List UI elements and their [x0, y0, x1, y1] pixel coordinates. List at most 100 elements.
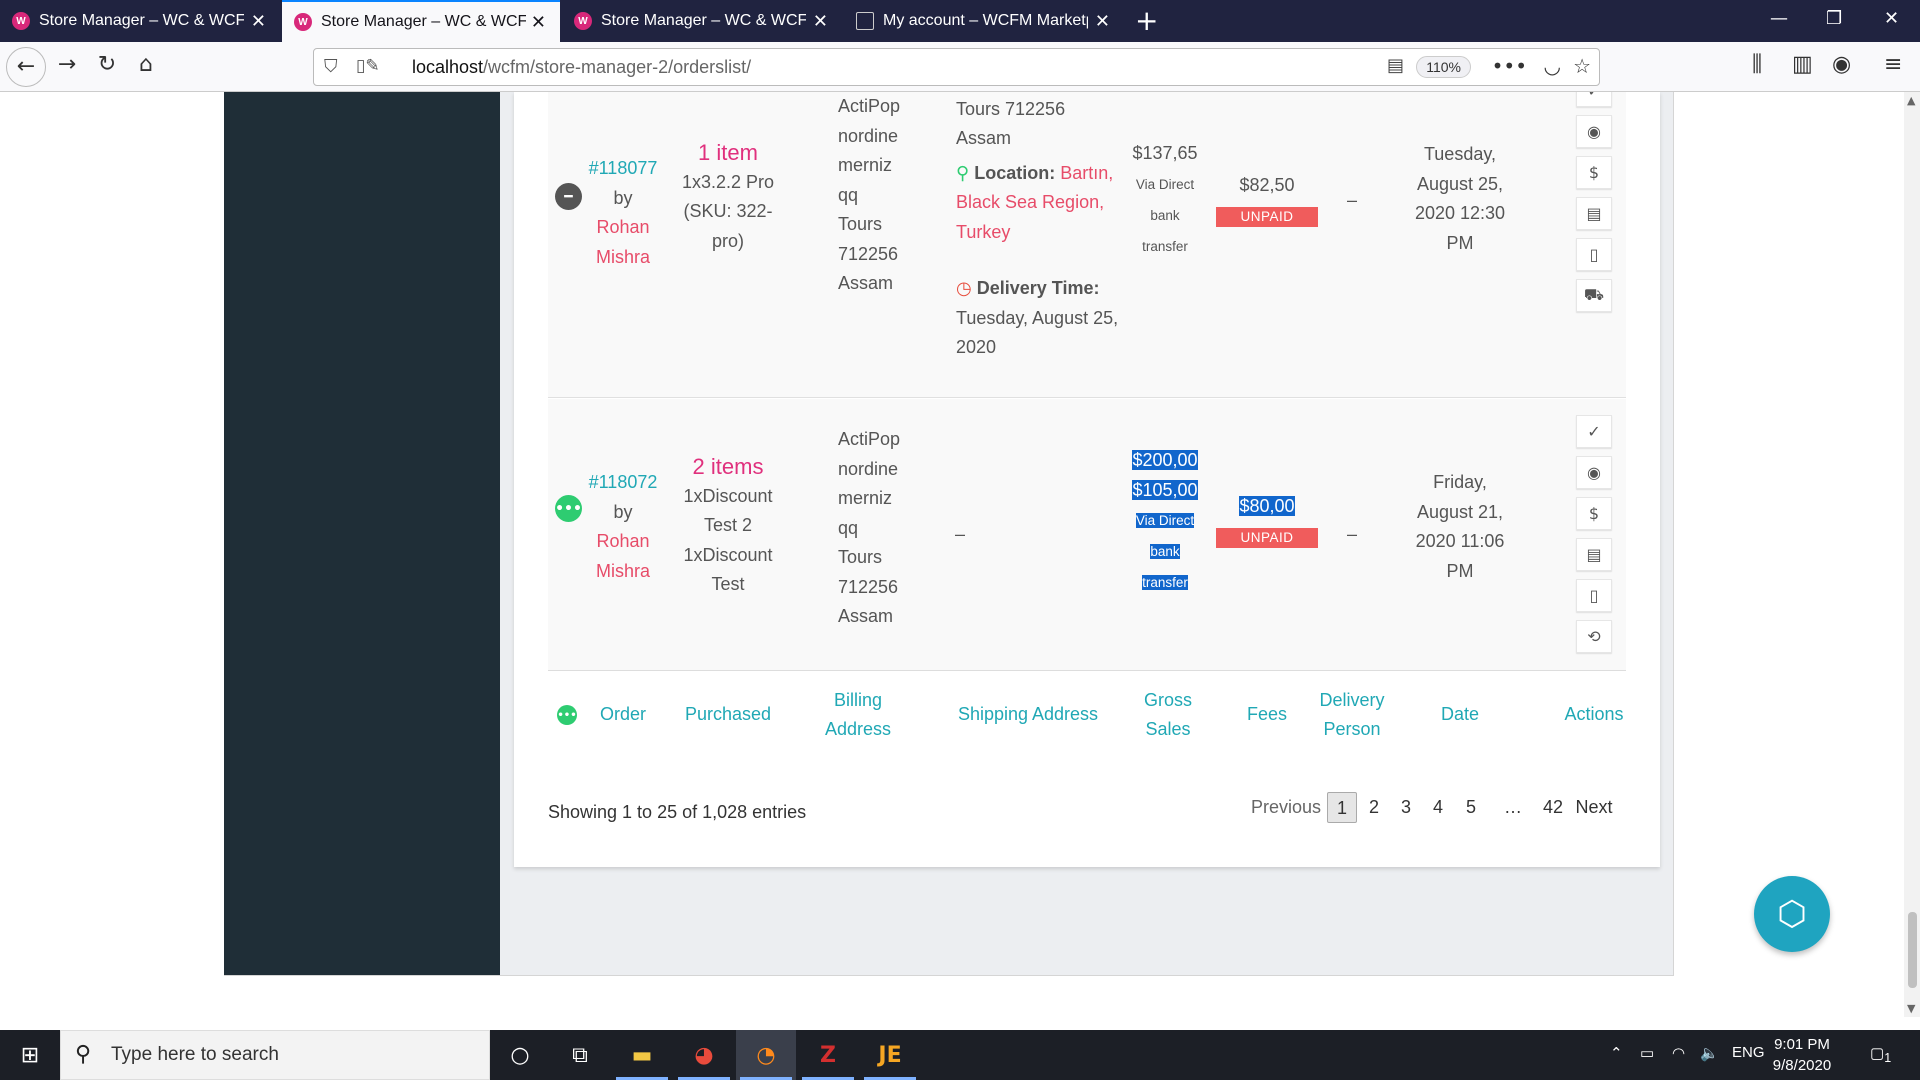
- column-header-order[interactable]: Order: [598, 700, 648, 729]
- minimize-icon[interactable]: —: [1770, 8, 1788, 29]
- url-text[interactable]: localhost/wcfm/store-manager-2/orderslis…: [412, 57, 751, 78]
- entries-info: Showing 1 to 25 of 1,028 entries: [548, 802, 807, 822]
- resend-loop-icon[interactable]: ⟲: [1576, 619, 1612, 654]
- zoom-level[interactable]: 110%: [1416, 56, 1471, 78]
- column-header-delivery-person[interactable]: Delivery Person: [1312, 686, 1392, 744]
- date-cell: Friday, August 21, 2020 11:06 PM: [1400, 468, 1520, 586]
- date-line: PM: [1446, 560, 1474, 581]
- tracking-shield-icon[interactable]: ⛉: [324, 56, 338, 77]
- volume-icon[interactable]: 🔈: [1700, 1044, 1719, 1062]
- browser-tab-4[interactable]: My account – WCFM Marketpla ✕: [844, 0, 1124, 42]
- restore-icon[interactable]: ❐: [1826, 8, 1842, 29]
- page-button-5[interactable]: 5: [1459, 792, 1483, 823]
- tray-chevron-icon[interactable]: ⌃: [1610, 1044, 1623, 1062]
- window-close-icon[interactable]: ✕: [1884, 8, 1899, 29]
- taskbar-search-box[interactable]: ⚲ Type here to search: [60, 1030, 490, 1080]
- scroll-down-arrow-icon[interactable]: ▼: [1907, 1002, 1915, 1015]
- browser-tab-1[interactable]: W Store Manager – WC & WCFM ✕: [0, 0, 280, 42]
- order-number-link[interactable]: #118077: [588, 154, 658, 184]
- file-explorer-icon[interactable]: ▬: [612, 1030, 672, 1080]
- column-header-date[interactable]: Date: [1420, 700, 1500, 729]
- account-icon[interactable]: ◉: [1832, 52, 1851, 77]
- page-button-4[interactable]: 4: [1426, 792, 1450, 823]
- page-button-3[interactable]: 3: [1394, 792, 1418, 823]
- reload-icon[interactable]: ↻: [90, 52, 124, 77]
- browser-tab-2[interactable]: W Store Manager – WC & WCFM ✕: [282, 0, 560, 42]
- scrollbar-thumb[interactable]: [1908, 912, 1917, 988]
- dollar-icon[interactable]: $: [1576, 155, 1612, 190]
- bookmark-star-icon[interactable]: ☆: [1573, 54, 1591, 78]
- dollar-icon[interactable]: $: [1576, 496, 1612, 531]
- pdf-doc-icon[interactable]: ▯: [1576, 237, 1612, 272]
- date-line: Friday,: [1433, 472, 1487, 492]
- floating-box-button[interactable]: ⬡: [1754, 876, 1830, 952]
- customer-link[interactable]: Mishra: [588, 243, 658, 273]
- firefox-icon[interactable]: ◔: [736, 1030, 796, 1080]
- browser-tab-3[interactable]: W Store Manager – WC & WCFM ✕: [562, 0, 842, 42]
- customer-link[interactable]: Rohan: [596, 531, 649, 551]
- battery-icon[interactable]: ▭: [1640, 1044, 1654, 1062]
- close-icon[interactable]: ✕: [531, 12, 546, 33]
- view-eye-icon[interactable]: ◉: [1576, 114, 1612, 149]
- location-line: ⚲ Location: Bartın,: [956, 159, 1136, 189]
- page-button-2[interactable]: 2: [1362, 792, 1386, 823]
- page-button-1[interactable]: 1: [1327, 792, 1357, 823]
- customer-link[interactable]: Rohan: [596, 217, 649, 237]
- page-scrollbar[interactable]: ▲ ▼: [1904, 92, 1920, 1017]
- jetbrains-icon[interactable]: JE: [860, 1030, 920, 1080]
- next-page-button[interactable]: Next: [1572, 792, 1616, 823]
- previous-page-button[interactable]: Previous: [1248, 792, 1324, 823]
- sidebar-toggle-icon[interactable]: ▥: [1792, 52, 1813, 77]
- delivery-time-value: 2020: [956, 337, 997, 357]
- fees-amount: $80,00: [1239, 496, 1295, 516]
- column-header-fees[interactable]: Fees: [1227, 700, 1307, 729]
- menu-hamburger-icon[interactable]: ≡: [1884, 52, 1902, 77]
- library-icon[interactable]: ⫼: [1752, 52, 1762, 77]
- item-line: 1xDiscount: [683, 485, 773, 506]
- taskbar-clock[interactable]: 9:01 PM 9/8/2020: [1752, 1034, 1852, 1076]
- header-line: Address: [824, 719, 892, 739]
- new-tab-plus-icon[interactable]: +: [1135, 4, 1158, 37]
- back-arrow-icon[interactable]: ←: [6, 47, 46, 87]
- view-eye-icon[interactable]: ◉: [1576, 455, 1612, 490]
- item-line: pro): [711, 230, 744, 251]
- column-header-shipping[interactable]: Shipping Address: [938, 700, 1118, 729]
- chrome-icon[interactable]: ◕: [674, 1030, 734, 1080]
- forward-arrow-icon[interactable]: →: [50, 52, 84, 77]
- items-count-link[interactable]: 1 item: [678, 138, 778, 168]
- close-icon[interactable]: ✕: [813, 11, 828, 32]
- column-header-billing[interactable]: Billing Address: [808, 686, 908, 744]
- tab-title: Store Manager – WC & WCFM: [39, 12, 244, 29]
- wifi-icon[interactable]: ◠: [1672, 1044, 1685, 1062]
- scroll-up-arrow-icon[interactable]: ▲: [1907, 94, 1915, 107]
- home-icon[interactable]: ⌂: [129, 52, 163, 77]
- column-header-purchased[interactable]: Purchased: [673, 700, 783, 729]
- item-line: 1xDiscount: [683, 544, 773, 565]
- order-number-link[interactable]: #118072: [588, 468, 658, 498]
- mark-complete-icon[interactable]: ✓: [1576, 92, 1612, 108]
- pdf-doc-icon[interactable]: ▯: [1576, 578, 1612, 613]
- column-header-gross-sales[interactable]: Gross Sales: [1128, 686, 1208, 744]
- close-icon[interactable]: ✕: [1095, 11, 1110, 32]
- mark-complete-icon[interactable]: ✓: [1576, 415, 1612, 449]
- invoice-doc-icon[interactable]: ▤: [1576, 196, 1612, 231]
- items-count-link[interactable]: 2 items: [678, 452, 778, 482]
- page-info-icon[interactable]: ▯✎: [356, 56, 380, 76]
- cortana-circle-icon[interactable]: ○: [490, 1030, 550, 1080]
- customer-link[interactable]: Mishra: [588, 557, 658, 587]
- actions-cell: ✓ ◉ $ ▤ ▯ ⛟: [1576, 92, 1612, 320]
- pocket-icon[interactable]: ◡: [1544, 54, 1561, 78]
- filezilla-icon[interactable]: Z: [798, 1030, 858, 1080]
- content-border: [1673, 92, 1674, 975]
- task-view-icon[interactable]: ⧉: [550, 1030, 610, 1080]
- close-icon[interactable]: ✕: [251, 11, 266, 32]
- invoice-doc-icon[interactable]: ▤: [1576, 537, 1612, 572]
- page-actions-icon[interactable]: •••: [1492, 54, 1527, 78]
- shipment-truck-icon[interactable]: ⛟: [1576, 278, 1612, 313]
- url-bar[interactable]: ⛉ ▯✎ localhost/wcfm/store-manager-2/orde…: [313, 48, 1600, 86]
- reader-view-icon[interactable]: ▤: [1387, 55, 1404, 76]
- windows-start-icon[interactable]: ⊞: [0, 1030, 60, 1080]
- notification-center-icon[interactable]: ▢1: [1870, 1044, 1891, 1065]
- date-line: 2020 11:06: [1415, 531, 1505, 551]
- page-button-42[interactable]: 42: [1538, 792, 1568, 823]
